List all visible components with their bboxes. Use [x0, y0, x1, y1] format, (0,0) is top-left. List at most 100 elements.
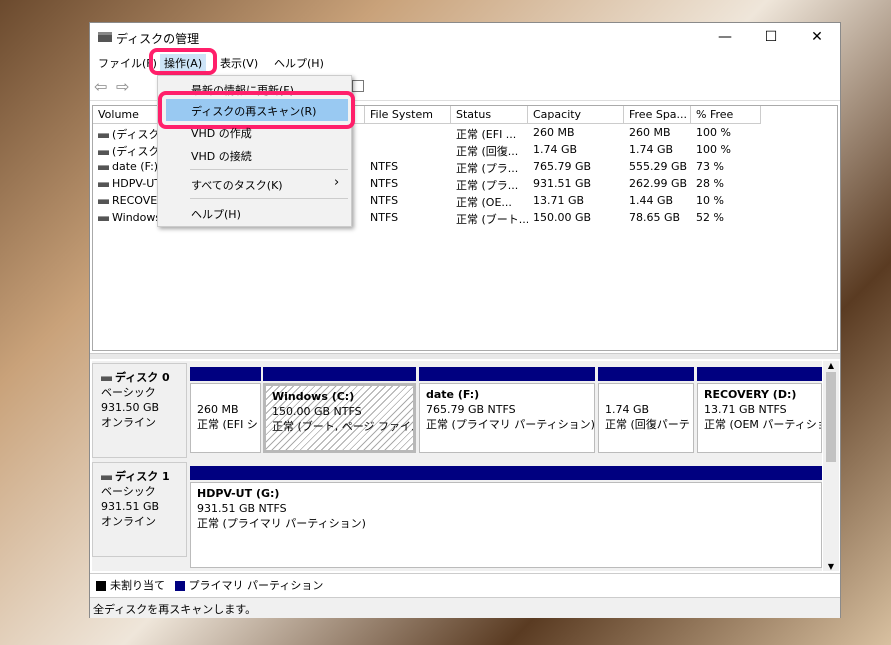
disk-label[interactable]: ディスク 1 ベーシック 931.51 GB オンライン — [92, 462, 187, 557]
partition-box: 1.74 GB 正常 (回復パーテ — [598, 383, 694, 453]
cell-text: 正常 (プラ... — [456, 179, 519, 192]
menu-bar: ファイル(F) 操作(A) 表示(V) ヘルプ(H) — [90, 48, 840, 75]
menu-item-all-tasks[interactable]: すべてのタスク(K) — [160, 173, 349, 195]
table-cell: 150.00 GB — [528, 210, 624, 227]
cell-text: 765.79 GB — [533, 160, 592, 173]
partition-box: date (F:) 765.79 GB NTFS 正常 (プライマリ パーティション… — [419, 383, 595, 453]
partition-box: HDPV-UT (G:) 931.51 GB NTFS 正常 (プライマリ パーティ… — [190, 482, 822, 568]
cell-text: 13.71 GB — [533, 194, 585, 207]
table-cell: NTFS — [365, 193, 451, 210]
menu-item-help[interactable]: ヘルプ(H) — [160, 202, 349, 224]
cell-text: 正常 (OE... — [456, 196, 512, 209]
partition-name: date (F:) — [426, 388, 480, 401]
table-cell: 正常 (プラ... — [451, 176, 528, 193]
table-cell: 13.71 GB — [528, 193, 624, 210]
cell-text: 正常 (ブート... — [456, 213, 528, 226]
table-cell: NTFS — [365, 176, 451, 193]
pane-splitter[interactable] — [90, 353, 840, 359]
table-cell: 555.29 GB — [624, 159, 691, 176]
partition-size: 150.00 GB NTFS — [272, 405, 362, 418]
partition[interactable]: RECOVERY (D:) 13.71 GB NTFS 正常 (OEM パーティショ — [697, 367, 822, 453]
forward-icon[interactable]: ⇨ — [116, 77, 129, 96]
menu-help[interactable]: ヘルプ(H) — [270, 54, 328, 72]
column-capacity[interactable]: Capacity — [528, 106, 624, 124]
disk-name: ディスク 1 — [115, 470, 170, 483]
properties-icon[interactable] — [352, 80, 364, 92]
cell-text: 正常 (EFI ... — [456, 128, 517, 141]
disk-icon — [101, 474, 112, 480]
scrollbar-thumb[interactable] — [826, 372, 836, 462]
disk-type: ベーシック — [101, 485, 156, 498]
column-percent-free[interactable]: % Free — [691, 106, 761, 124]
partition-bar — [419, 367, 595, 381]
volume-icon — [98, 181, 109, 187]
table-cell: 78.65 GB — [624, 210, 691, 227]
partition[interactable]: 1.74 GB 正常 (回復パーテ — [598, 367, 694, 453]
menu-view[interactable]: 表示(V) — [216, 54, 262, 72]
cell-text: NTFS — [370, 177, 399, 190]
cell-text: 260 MB — [629, 126, 671, 139]
partition-bar — [263, 367, 416, 381]
table-cell: 100 % — [691, 142, 761, 159]
column-status[interactable]: Status — [451, 106, 528, 124]
disk-name: ディスク 0 — [115, 371, 170, 384]
menu-separator — [190, 169, 348, 170]
partition-bar — [598, 367, 694, 381]
cell-text: 100 % — [696, 143, 731, 156]
partition-name: Windows (C:) — [272, 390, 355, 403]
disk-management-icon — [98, 32, 112, 42]
back-icon[interactable]: ⇦ — [94, 77, 107, 96]
column-free-space[interactable]: Free Spa... — [624, 106, 691, 124]
partition[interactable]: 260 MB 正常 (EFI シ — [190, 367, 261, 453]
unallocated-swatch — [96, 581, 106, 591]
submenu-arrow-icon: › — [334, 175, 340, 190]
status-bar: 全ディスクを再スキャンします。 — [90, 597, 840, 618]
cell-text: 52 % — [696, 211, 724, 224]
partition[interactable]: date (F:) 765.79 GB NTFS 正常 (プライマリ パーティション… — [419, 367, 595, 453]
partition-status: 正常 (プライマリ パーティション) — [426, 418, 595, 431]
column-file-system[interactable]: File System — [365, 106, 451, 124]
legend: 未割り当て プライマリ パーティション — [90, 573, 840, 593]
legend-primary: プライマリ パーティション — [188, 579, 324, 592]
partition-size: 1.74 GB — [605, 403, 650, 416]
table-cell: 73 % — [691, 159, 761, 176]
menu-separator — [190, 198, 348, 199]
table-cell: 正常 (EFI ... — [451, 125, 528, 142]
volume-icon — [98, 215, 109, 221]
partition[interactable]: Windows (C:) 150.00 GB NTFS 正常 (ブート, ページ フ… — [263, 367, 416, 453]
maximize-button[interactable]: ☐ — [748, 23, 794, 51]
volume-icon — [98, 132, 109, 138]
partition-status: 正常 (OEM パーティショ — [704, 418, 822, 431]
table-cell: 931.51 GB — [528, 176, 624, 193]
menu-item-create-vhd[interactable]: VHD の作成 — [160, 121, 349, 143]
partition-size: 931.51 GB NTFS — [197, 502, 287, 515]
cell-text: 10 % — [696, 194, 724, 207]
close-button[interactable]: ✕ — [794, 23, 840, 51]
partition-bar — [190, 466, 822, 480]
partition-size: 13.71 GB NTFS — [704, 403, 787, 416]
table-cell: 正常 (ブート... — [451, 210, 528, 227]
partition-name — [605, 387, 687, 402]
table-cell: 260 MB — [528, 125, 624, 142]
disk-size: 931.51 GB — [101, 500, 160, 513]
window-title: ディスクの管理 — [116, 32, 200, 46]
partition[interactable]: HDPV-UT (G:) 931.51 GB NTFS 正常 (プライマリ パーティ… — [190, 466, 822, 568]
action-menu-popup: 最新の情報に更新(F) ディスクの再スキャン(R) VHD の作成 VHD の接… — [157, 75, 355, 227]
table-cell: NTFS — [365, 210, 451, 227]
partition-box: Windows (C:) 150.00 GB NTFS 正常 (ブート, ページ フ… — [263, 383, 416, 453]
partition-size: 765.79 GB NTFS — [426, 403, 516, 416]
partition-name: RECOVERY (D:) — [704, 388, 797, 401]
table-cell: 正常 (OE... — [451, 193, 528, 210]
menu-item-attach-vhd[interactable]: VHD の接続 — [160, 144, 349, 166]
vertical-scrollbar[interactable]: ▲ ▼ — [823, 361, 839, 571]
cell-text: 100 % — [696, 126, 731, 139]
table-cell: 10 % — [691, 193, 761, 210]
disk-label[interactable]: ディスク 0 ベーシック 931.50 GB オンライン — [92, 363, 187, 458]
partition-status: 正常 (プライマリ パーティション) — [197, 517, 366, 530]
cell-text: 正常 (回復... — [456, 145, 519, 158]
cell-text: NTFS — [370, 194, 399, 207]
table-cell: 260 MB — [624, 125, 691, 142]
table-cell — [365, 125, 451, 142]
minimize-button[interactable]: — — [702, 23, 748, 51]
volume-icon — [98, 164, 109, 170]
